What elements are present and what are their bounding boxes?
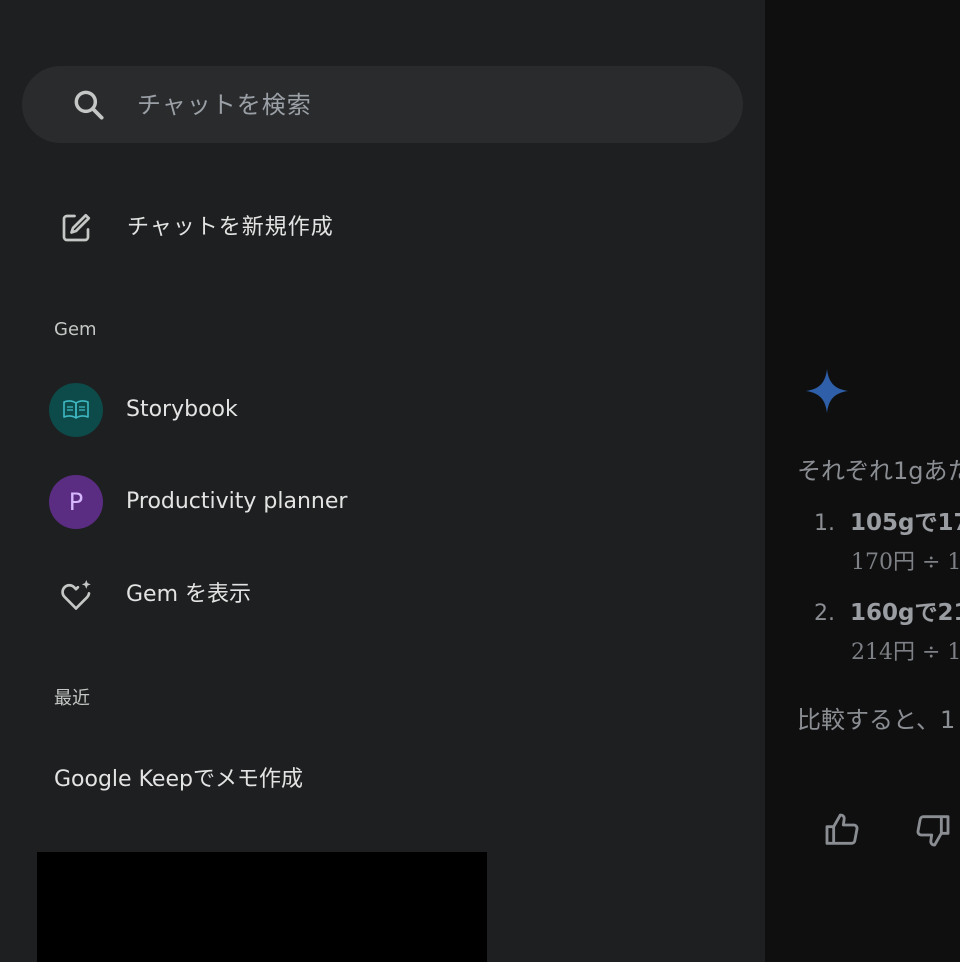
storybook-avatar xyxy=(49,383,103,437)
list-number: 2. xyxy=(814,601,835,626)
list-item-title: 105gで17 xyxy=(850,510,960,536)
recent-section-title: 最近 xyxy=(54,688,90,709)
new-chat-label: チャットを新規作成 xyxy=(127,215,334,240)
search-icon xyxy=(74,90,104,120)
gemini-spark-icon xyxy=(806,369,848,413)
sidebar-drawer: チャットを検索 チャットを新規作成 Gem Storybook P Produc… xyxy=(0,0,765,962)
show-gems-label: Gem を表示 xyxy=(126,582,252,607)
thumbs-down-icon[interactable] xyxy=(913,810,953,850)
chat-main-area: それぞれ1gあた 1. 105gで17 170円 ÷ 10 2. 160gで21… xyxy=(765,0,960,962)
new-chat-button[interactable]: チャットを新規作成 xyxy=(0,188,765,268)
search-placeholder: チャットを検索 xyxy=(137,91,312,119)
gem-item-storybook[interactable]: Storybook xyxy=(0,370,765,450)
heart-sparkle-icon xyxy=(49,568,103,622)
redacted-region xyxy=(37,852,487,962)
thumbs-up-icon[interactable] xyxy=(822,810,862,850)
list-number: 1. xyxy=(814,511,835,536)
list-item-title: 160gで21 xyxy=(850,600,960,626)
book-icon xyxy=(63,400,89,419)
productivity-avatar: P xyxy=(49,475,103,529)
gem-item-productivity-planner[interactable]: P Productivity planner xyxy=(0,462,765,542)
list-item-formula: 214円 ÷ 16 xyxy=(851,640,960,665)
response-comparison: 比較すると、1 xyxy=(797,706,956,734)
search-input[interactable]: チャットを検索 xyxy=(22,66,743,143)
list-item-formula: 170円 ÷ 10 xyxy=(851,550,960,575)
show-gems-button[interactable]: Gem を表示 xyxy=(0,555,765,635)
gem-section-title: Gem xyxy=(54,319,97,340)
gem-item-label: Storybook xyxy=(126,397,238,422)
edit-icon xyxy=(49,201,103,255)
response-intro: それぞれ1gあた xyxy=(797,457,960,485)
gem-item-label: Productivity planner xyxy=(126,489,348,514)
recent-chat-item[interactable]: Google Keepでメモ作成 xyxy=(54,764,303,796)
